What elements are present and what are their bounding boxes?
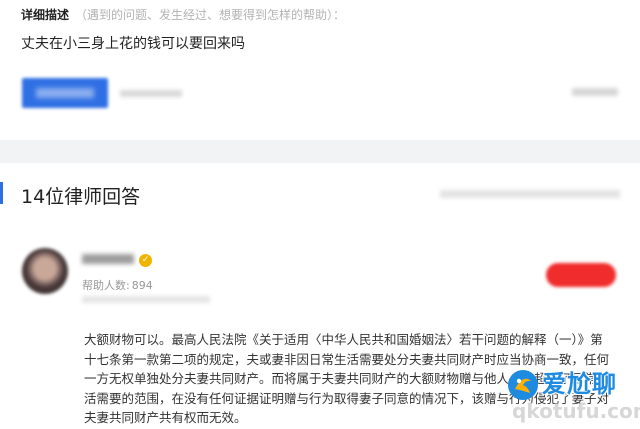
question-card: 详细描述 （遇到的问题、发生经过、想要得到怎样的帮助）： 丈夫在小三身上花的钱可以… (0, 0, 640, 140)
question-text: 丈夫在小三身上花的钱可以要回来吗 (21, 36, 245, 52)
consult-button[interactable] (546, 263, 616, 287)
description-label: 详细描述 (21, 8, 70, 22)
blurred-meta-right (572, 88, 618, 96)
helped-label: 帮助人数: (82, 279, 130, 292)
helped-count: 894 (131, 279, 153, 292)
description-hint: （遇到的问题、发生经过、想要得到怎样的帮助）： (75, 8, 346, 22)
blurred-sort-controls[interactable] (440, 190, 620, 198)
answer-text: 大额财物可以。最高人民法院《关于适用〈中华人民共和国婚姻法〉若干问题的解释（一）… (84, 332, 610, 425)
helped-count-row: 帮助人数: 894 (82, 277, 153, 293)
section-accent-bar (0, 182, 3, 204)
verified-badge-icon: ✓ (139, 254, 152, 267)
lawyer-avatar[interactable] (22, 248, 68, 294)
blurred-lawyer-info (82, 296, 210, 303)
lawyer-name-blurred[interactable] (82, 254, 134, 264)
blurred-meta-text (120, 90, 182, 97)
blurred-button-label (36, 88, 94, 98)
description-row: 详细描述 （遇到的问题、发生经过、想要得到怎样的帮助）： (21, 6, 345, 23)
answers-title: 14位律师回答 (21, 186, 141, 208)
blurred-action-button[interactable] (22, 78, 108, 108)
